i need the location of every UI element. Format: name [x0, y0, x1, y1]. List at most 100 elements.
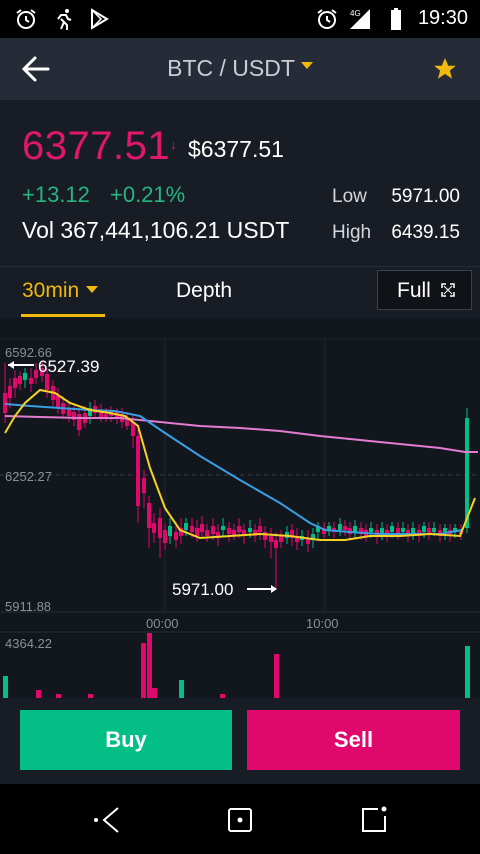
alarm-icon: [317, 9, 337, 29]
candle-body: [184, 523, 188, 530]
candle-body: [263, 532, 267, 540]
system-nav-bar: [0, 784, 480, 854]
active-tab-indicator: [21, 314, 105, 317]
back-nav-icon[interactable]: [90, 802, 126, 838]
candle-body: [13, 378, 17, 388]
interval-label: 30min: [22, 279, 80, 302]
candle-body: [163, 530, 167, 543]
status-bar: 4G 19:30: [0, 0, 480, 38]
candle-body: [168, 526, 172, 536]
caret-down-icon: [86, 285, 99, 293]
chart-tabs: 30min Depth Full: [0, 266, 480, 319]
status-time: 19:30: [417, 7, 468, 29]
caret-down-icon: [300, 62, 313, 70]
pair-selector[interactable]: BTC / USDT: [0, 55, 480, 82]
sell-button[interactable]: Sell: [247, 710, 460, 770]
ma-long-line: [4, 415, 478, 453]
fullscreen-label: Full: [397, 279, 431, 302]
fullscreen-button[interactable]: Full: [377, 270, 472, 310]
kline-svg: 6592.66 6252.27 5911.88 00:00 10:00 4364…: [0, 338, 480, 698]
signal-icon: 4G: [350, 9, 370, 29]
ticker-panel: 6377.51 ↓ $6377.51 +13.12 +0.21% Vol 367…: [0, 100, 480, 266]
arrow-left-icon: [8, 361, 14, 369]
buy-button[interactable]: Buy: [20, 710, 232, 770]
price-change: +13.12: [22, 182, 90, 207]
volume-bar: [3, 676, 8, 698]
battery-icon: [391, 8, 401, 30]
volume-bar: [465, 646, 470, 698]
max-price-marker: 6527.39: [38, 357, 99, 376]
volume-bar: [179, 680, 184, 698]
price-usd: $6377.51: [188, 136, 284, 162]
candle-body: [338, 524, 342, 530]
time-axis-label: 10:00: [306, 616, 339, 631]
volume-bar: [147, 633, 152, 698]
alarm-icon: [16, 9, 36, 29]
high-label: High: [332, 222, 372, 243]
min-price-marker: 5971.00: [172, 580, 233, 599]
candle-body: [369, 528, 373, 532]
candle-body: [465, 418, 469, 528]
candle-body: [158, 518, 162, 538]
volume-bar: [36, 690, 41, 698]
candle-body: [190, 526, 194, 532]
volume-24h: Vol 367,441,106.21 USDT: [22, 217, 290, 243]
running-icon: [57, 9, 72, 30]
candle-body: [56, 396, 60, 408]
pair-title: BTC / USDT: [167, 55, 295, 81]
low-value: 5971.00: [391, 186, 460, 207]
down-arrow-icon: ↓: [170, 137, 177, 152]
volume-axis-label: 4364.22: [5, 636, 52, 651]
candle-body: [77, 414, 81, 430]
candle-body: [205, 530, 209, 536]
candle-body: [45, 374, 49, 390]
candle-body: [221, 526, 225, 530]
candle-body: [343, 526, 347, 530]
tab-depth[interactable]: Depth: [176, 279, 232, 303]
candle-body: [443, 528, 447, 532]
candle-body: [142, 478, 146, 493]
candle-body: [432, 528, 436, 532]
home-nav-icon[interactable]: [222, 802, 258, 838]
candle-body: [147, 503, 151, 528]
candle-body: [422, 526, 426, 532]
candle-body: [152, 523, 156, 533]
candle-body: [390, 526, 394, 532]
volume-bar: [274, 654, 279, 698]
candle-body: [237, 526, 241, 532]
kline-chart[interactable]: 6592.66 6252.27 5911.88 00:00 10:00 4364…: [0, 318, 480, 698]
star-icon[interactable]: [432, 56, 458, 82]
candle-body: [174, 532, 178, 540]
candle-body: [3, 393, 7, 413]
high-value: 6439.15: [391, 222, 460, 243]
candle-body: [136, 436, 140, 506]
price-change-pct: +0.21%: [110, 182, 186, 207]
candle-body: [279, 536, 283, 542]
candle-body: [353, 526, 357, 532]
candle-body: [211, 526, 215, 534]
candle-body: [18, 376, 22, 384]
candle-body: [269, 536, 273, 542]
candle-body: [23, 373, 27, 380]
candle-body: [29, 378, 33, 384]
price-axis-label: 5911.88: [5, 599, 51, 614]
expand-icon: [441, 283, 455, 297]
candle-body: [227, 528, 231, 534]
tab-interval[interactable]: 30min: [22, 279, 99, 303]
volume-bar: [152, 688, 157, 698]
recents-nav-icon[interactable]: [356, 802, 392, 838]
svg-text:4G: 4G: [350, 9, 361, 18]
play-store-icon: [91, 8, 109, 30]
header: BTC / USDT: [0, 38, 480, 100]
candle-body: [8, 386, 12, 398]
candle-body: [200, 524, 204, 532]
candle-body: [248, 528, 252, 532]
volume-bars: [3, 633, 470, 698]
low-label: Low: [332, 186, 367, 207]
candle-body: [195, 528, 199, 536]
candle-body: [274, 540, 278, 548]
last-price: 6377.51: [22, 124, 171, 168]
candle-body: [258, 526, 262, 532]
price-axis-label: 6252.27: [5, 469, 52, 484]
volume-bar: [141, 643, 146, 698]
